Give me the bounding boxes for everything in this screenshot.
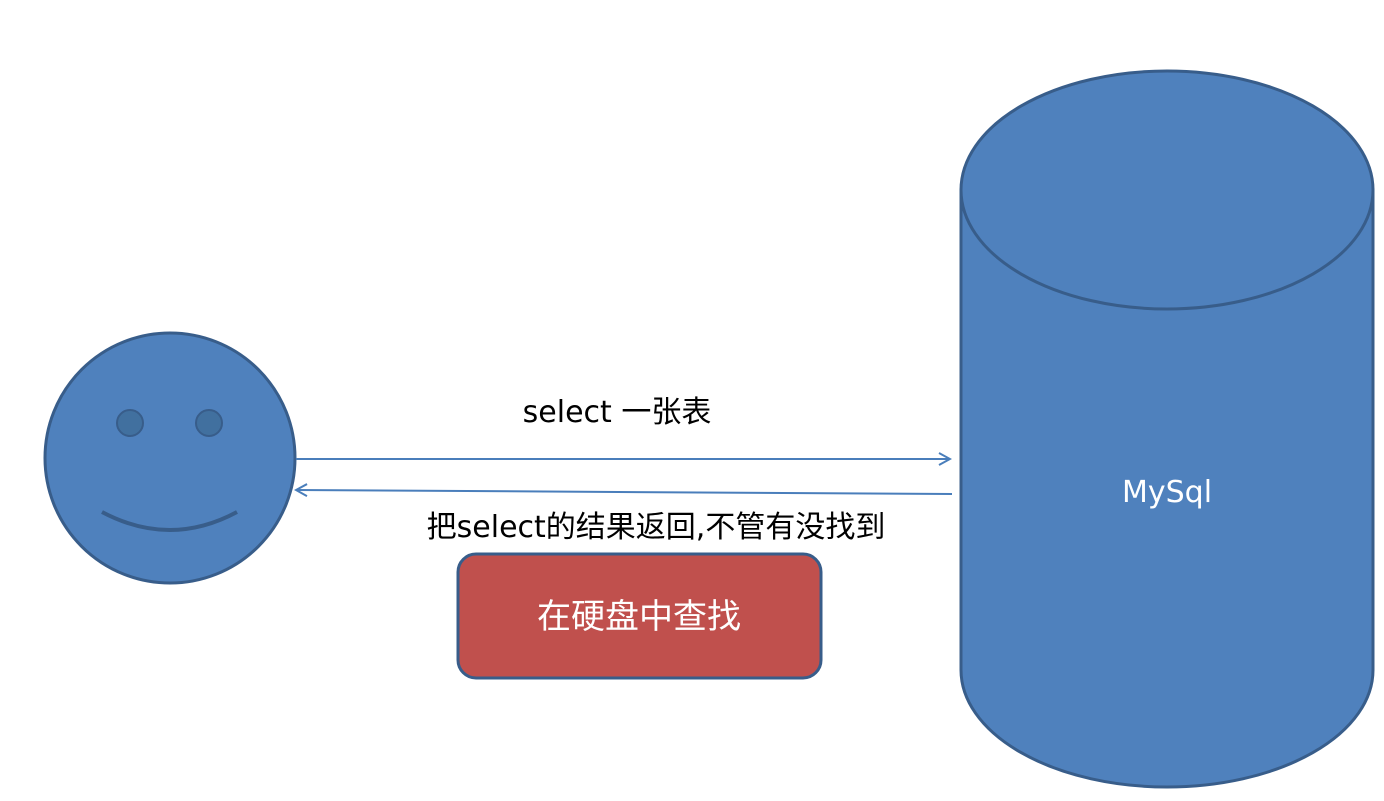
process-box-label: 在硬盘中查找 [537,597,741,637]
response-arrow [296,490,953,494]
process-box: 在硬盘中查找 [456,552,823,680]
smiley-right-eye [195,409,223,437]
smiley-left-eye [116,409,144,437]
database-cylinder-icon: MySql [959,69,1375,789]
user-smiley-icon [43,331,297,585]
database-cylinder-top [959,69,1375,311]
response-label: 把select的结果返回,不管有没找到 [427,510,886,545]
request-label: select 一张表 [523,395,712,430]
smiley-face-head [43,331,297,585]
diagram-canvas: MySql select 一张表 把select的结果返回,不管有没找到 在硬盘… [43,69,1375,789]
database-label: MySql [1122,475,1212,510]
